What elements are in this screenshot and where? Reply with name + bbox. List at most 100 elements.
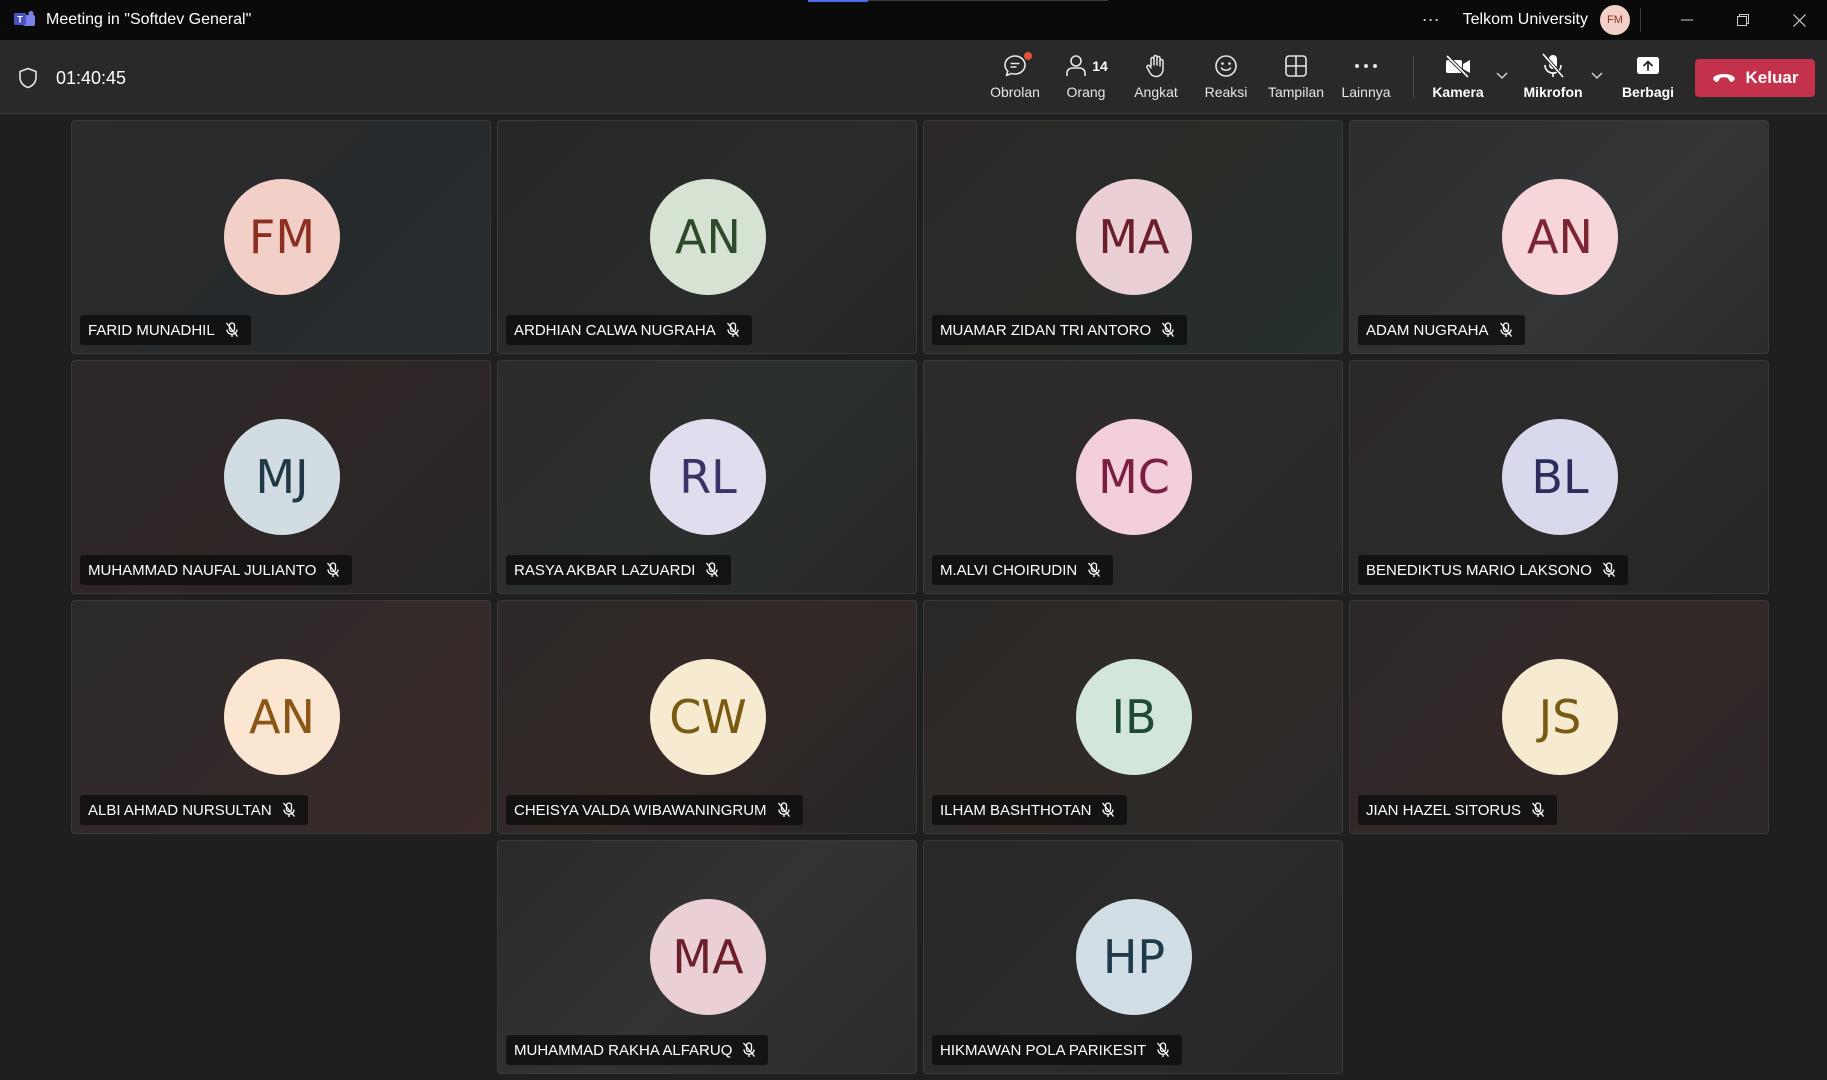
leave-label: Keluar <box>1745 68 1799 87</box>
participant-name: CHEISYA VALDA WIBAWANINGRUM <box>514 801 767 819</box>
participant-name: RASYA AKBAR LAZUARDI <box>514 561 696 579</box>
participant-name: HIKMAWAN POLA PARIKESIT <box>940 1041 1147 1059</box>
mic-muted-icon <box>327 562 340 577</box>
participant-name: MUHAMMAD NAUFAL JULIANTO <box>88 561 317 579</box>
participant-tile[interactable]: AN ARDHIAN CALWA NUGRAHA <box>497 120 917 354</box>
participant-avatar: MJ <box>224 419 340 535</box>
mic-muted-icon <box>225 322 238 337</box>
participant-avatar: MA <box>1076 179 1192 295</box>
mic-muted-icon <box>1157 1042 1170 1057</box>
participant-tile[interactable]: MC M.ALVI CHOIRUDIN <box>923 360 1343 594</box>
phone-hangup-icon <box>1712 74 1735 82</box>
participant-name-tag: M.ALVI CHOIRUDIN <box>932 555 1114 585</box>
participant-avatar: CW <box>650 659 766 775</box>
mic-muted-icon <box>726 322 739 337</box>
mic-muted-icon <box>1499 322 1512 337</box>
participant-name: ALBI AHMAD NURSULTAN <box>88 801 272 819</box>
participant-tile[interactable]: MA MUAMAR ZIDAN TRI ANTORO <box>923 120 1343 354</box>
mic-muted-icon <box>1602 562 1615 577</box>
people-icon <box>1066 55 1087 76</box>
participant-tile[interactable]: AN ALBI AHMAD NURSULTAN <box>71 600 491 834</box>
smile-icon <box>1213 48 1239 84</box>
participant-tile[interactable]: AN ADAM NUGRAHA <box>1349 120 1769 354</box>
participant-name-tag: JIAN HAZEL SITORUS <box>1358 795 1558 825</box>
svg-text:T: T <box>17 15 23 25</box>
participant-tile[interactable]: IB ILHAM BASHTHOTAN <box>923 600 1343 834</box>
participant-avatar: AN <box>224 659 340 775</box>
close-icon <box>1792 13 1806 27</box>
participant-name-tag: ILHAM BASHTHOTAN <box>932 795 1128 825</box>
mic-muted-icon <box>1532 802 1545 817</box>
title-more-icon[interactable]: ⋯ <box>1422 10 1441 31</box>
chat-label: Obrolan <box>990 84 1040 100</box>
toolbar-divider <box>1413 56 1414 98</box>
participant-name: ARDHIAN CALWA NUGRAHA <box>514 321 716 339</box>
mic-muted-icon <box>1102 802 1115 817</box>
participant-name: JIAN HAZEL SITORUS <box>1366 801 1522 819</box>
view-button[interactable]: Tampilan <box>1262 48 1330 108</box>
participant-name-tag: MUAMAR ZIDAN TRI ANTORO <box>932 315 1188 345</box>
camera-off-icon <box>1444 48 1472 84</box>
camera-button[interactable]: Kamera <box>1428 48 1488 108</box>
minimize-button[interactable] <box>1659 0 1715 40</box>
title-bar: T Meeting in "Softdev General" ⋯ Telkom … <box>0 0 1827 40</box>
participant-avatar: HP <box>1076 899 1192 1015</box>
share-icon <box>1635 48 1661 84</box>
user-avatar[interactable]: FM <box>1600 5 1630 35</box>
mic-muted-icon <box>282 802 295 817</box>
mic-button[interactable]: Mikrofon <box>1518 48 1588 108</box>
leave-button[interactable]: Keluar <box>1695 59 1815 97</box>
participant-tile[interactable]: MA MUHAMMAD RAKHA ALFARUQ <box>497 840 917 1074</box>
participant-tile[interactable]: BL BENEDIKTUS MARIO LAKSONO <box>1349 360 1769 594</box>
share-button[interactable]: Berbagi <box>1618 48 1678 108</box>
participant-name-tag: ARDHIAN CALWA NUGRAHA <box>506 315 752 345</box>
close-button[interactable] <box>1771 0 1827 40</box>
grid-icon <box>1284 48 1308 84</box>
participant-avatar: MC <box>1076 419 1192 535</box>
window-accent-line <box>808 0 868 2</box>
participant-name-tag: BENEDIKTUS MARIO LAKSONO <box>1358 555 1628 585</box>
organization-name[interactable]: Telkom University <box>1463 11 1588 29</box>
participant-name: FARID MUNADHIL <box>88 321 215 339</box>
reactions-button[interactable]: Reaksi <box>1196 48 1256 108</box>
participant-avatar: IB <box>1076 659 1192 775</box>
chat-notification-dot <box>1024 52 1032 60</box>
hand-icon <box>1143 48 1169 84</box>
chat-icon <box>1002 48 1032 84</box>
raise-label: Angkat <box>1134 84 1178 100</box>
mic-options-chevron-icon[interactable] <box>1590 70 1604 80</box>
people-count: 14 <box>1092 58 1108 74</box>
mic-off-icon <box>1540 48 1566 84</box>
participant-avatar: FM <box>224 179 340 295</box>
shield-icon[interactable] <box>18 67 38 89</box>
raise-hand-button[interactable]: Angkat <box>1126 48 1186 108</box>
mic-muted-icon <box>777 802 790 817</box>
participant-name-tag: FARID MUNADHIL <box>80 315 251 345</box>
react-label: Reaksi <box>1204 84 1248 100</box>
more-button[interactable]: Lainnya <box>1336 48 1396 108</box>
people-label: Orang <box>1066 84 1106 100</box>
participant-name-tag: MUHAMMAD NAUFAL JULIANTO <box>80 555 353 585</box>
participant-tile[interactable]: HP HIKMAWAN POLA PARIKESIT <box>923 840 1343 1074</box>
people-icon-wrap: 14 <box>1064 48 1108 84</box>
camera-options-chevron-icon[interactable] <box>1495 70 1509 80</box>
participant-name: M.ALVI CHOIRUDIN <box>940 561 1078 579</box>
participant-avatar: JS <box>1502 659 1618 775</box>
minimize-icon <box>1681 19 1693 21</box>
people-button[interactable]: 14 Orang <box>1056 48 1116 108</box>
participant-name-tag: RASYA AKBAR LAZUARDI <box>506 555 732 585</box>
teams-app-icon: T <box>14 11 36 29</box>
participant-tile[interactable]: MJ MUHAMMAD NAUFAL JULIANTO <box>71 360 491 594</box>
participant-avatar: MA <box>650 899 766 1015</box>
participant-tile[interactable]: JS JIAN HAZEL SITORUS <box>1349 600 1769 834</box>
mic-muted-icon <box>1162 322 1175 337</box>
participant-tile[interactable]: RL RASYA AKBAR LAZUARDI <box>497 360 917 594</box>
share-label: Berbagi <box>1621 84 1675 100</box>
title-divider <box>1640 8 1641 32</box>
restore-button[interactable] <box>1715 0 1771 40</box>
participant-tile[interactable]: CW CHEISYA VALDA WIBAWANINGRUM <box>497 600 917 834</box>
meeting-toolbar: 01:40:45 Obrolan 14 Orang Angkat Reaksi … <box>0 40 1827 114</box>
chat-button[interactable]: Obrolan <box>985 48 1045 108</box>
participant-tile[interactable]: FM FARID MUNADHIL <box>71 120 491 354</box>
mic-muted-icon <box>706 562 719 577</box>
